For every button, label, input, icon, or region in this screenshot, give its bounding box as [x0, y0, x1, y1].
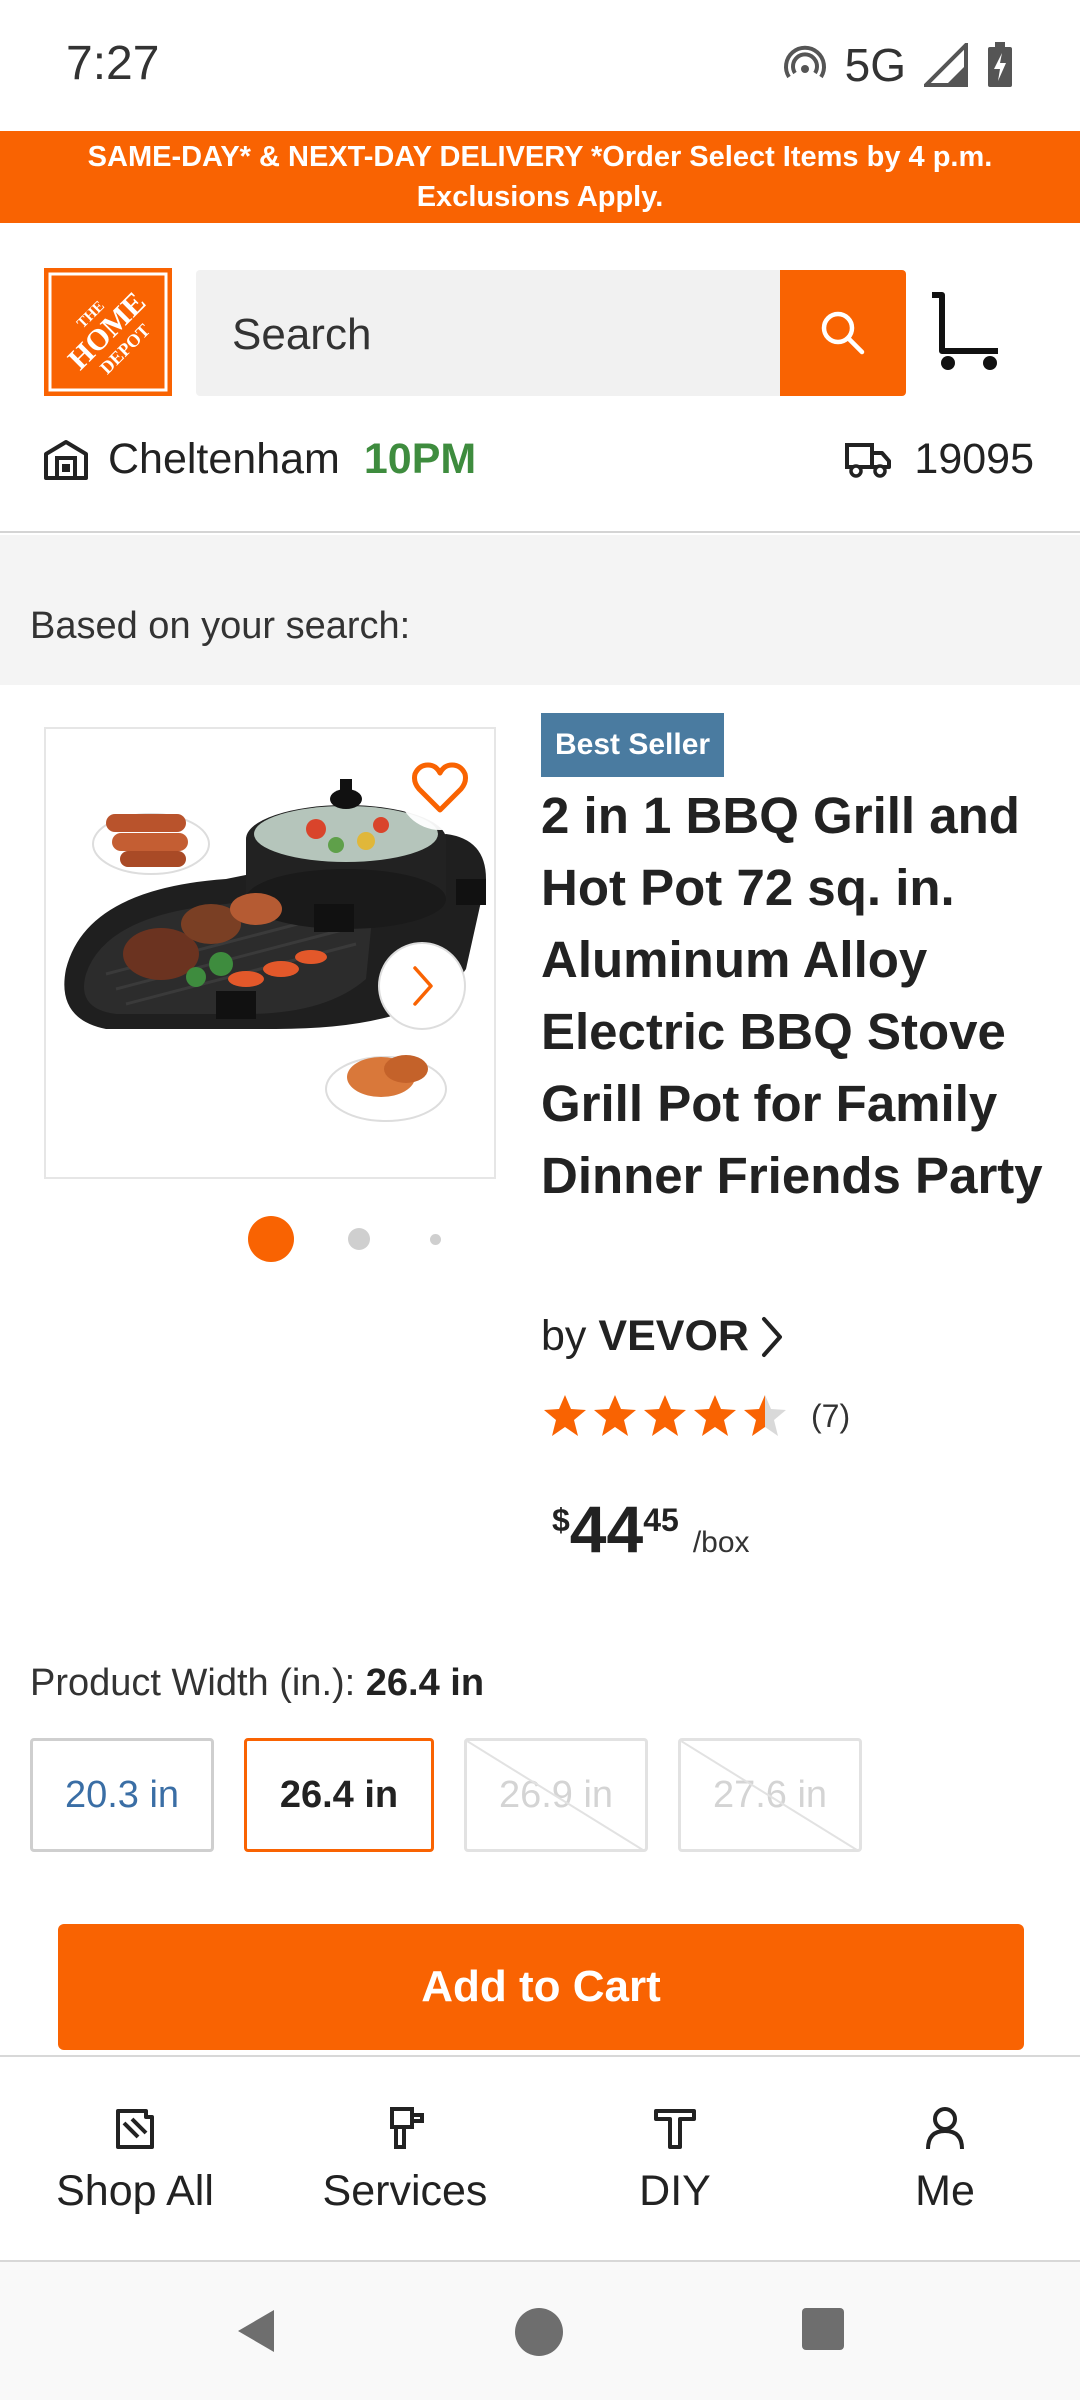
width-selector-label: Product Width (in.): 26.4 in	[30, 1662, 484, 1705]
width-options: 20.3 in 26.4 in 26.9 in 27.6 in	[30, 1738, 862, 1852]
price-currency: $	[552, 1502, 570, 1538]
chevron-right-icon	[413, 966, 433, 1006]
services-icon	[390, 2107, 424, 2149]
nav-me[interactable]: Me	[810, 2057, 1080, 2260]
cart-icon	[932, 292, 998, 370]
width-label-text: Product Width (in.):	[30, 1662, 356, 1704]
price-unit: /box	[692, 1526, 750, 1559]
shop-all-icon	[116, 2109, 154, 2149]
heart-icon	[412, 762, 468, 813]
width-option-26-9[interactable]: 26.9 in	[464, 1738, 648, 1852]
width-selected-value: 26.4 in	[365, 1662, 485, 1704]
add-to-favorites-button[interactable]	[398, 746, 482, 830]
search-button[interactable]	[780, 270, 906, 396]
unavailable-strike	[467, 1741, 644, 1849]
nav-diy[interactable]: DIY	[540, 2057, 810, 2260]
signal-icon	[924, 43, 968, 87]
system-navigation-bar	[0, 2262, 1080, 2400]
carousel-dot[interactable]	[430, 1233, 441, 1245]
review-count: (7)	[811, 1397, 851, 1434]
status-time: 7:27	[66, 37, 160, 90]
width-option-26-4[interactable]: 26.4 in	[244, 1738, 434, 1852]
home-depot-logo[interactable]: THE HOME DEPOT	[44, 268, 172, 396]
store-hours: 10PM	[363, 435, 477, 483]
carousel-dot-active[interactable]	[248, 1216, 294, 1262]
network-type: 5G	[844, 39, 906, 91]
width-option-27-6[interactable]: 27.6 in	[678, 1738, 862, 1852]
store-name: Cheltenham	[108, 435, 340, 483]
battery-icon	[988, 42, 1012, 87]
width-option-20-3[interactable]: 20.3 in	[30, 1738, 214, 1852]
section-label: Based on your search:	[30, 605, 411, 647]
delivery-zip-selector[interactable]: 19095	[844, 435, 1034, 484]
carousel-dot[interactable]	[348, 1228, 370, 1250]
bottom-navigation: Shop All Services DIY Me	[0, 2055, 1080, 2262]
recents-icon[interactable]	[800, 2306, 846, 2352]
image-carousel-indicator[interactable]	[248, 1215, 441, 1263]
best-seller-badge: Best Seller	[541, 713, 725, 777]
back-icon[interactable]	[232, 2306, 282, 2356]
brand-prefix: by	[541, 1312, 587, 1360]
brand-name: VEVOR	[598, 1312, 749, 1360]
price-cents: 45	[643, 1502, 679, 1538]
me-icon	[926, 2107, 964, 2150]
brand-link[interactable]: by VEVOR	[541, 1312, 785, 1361]
product-title[interactable]: 2 in 1 BBQ Grill and Hot Pot 72 sq. in. …	[541, 780, 1071, 1212]
header: THE HOME DEPOT Search Cheltenham 10PM 19…	[0, 223, 1080, 533]
status-bar: 7:27 5G	[0, 0, 1080, 131]
home-icon[interactable]	[513, 2306, 565, 2358]
promo-line-2: Exclusions Apply.	[416, 181, 664, 213]
hotspot-icon	[783, 45, 826, 79]
cart-button[interactable]	[928, 291, 1006, 375]
product-rating[interactable]: (7)	[541, 1392, 850, 1440]
nav-services[interactable]: Services	[270, 2057, 540, 2260]
store-icon	[44, 439, 88, 480]
price-dollars: 44	[569, 1492, 644, 1566]
search-icon	[821, 311, 865, 355]
promo-line-1: SAME-DAY* & NEXT-DAY DELIVERY *Order Sel…	[87, 141, 993, 173]
zip-code: 19095	[914, 435, 1034, 483]
next-image-button[interactable]	[378, 942, 466, 1030]
add-to-cart-button[interactable]: Add to Cart	[58, 1924, 1024, 2050]
product-price: $ 44 45 /box	[552, 1496, 750, 1562]
star-rating-icon	[544, 1395, 786, 1436]
search-placeholder: Search	[232, 310, 372, 359]
delivery-truck-icon	[845, 442, 892, 478]
status-icons: 5G	[783, 38, 1014, 92]
unavailable-strike	[681, 1741, 858, 1849]
diy-icon	[654, 2109, 696, 2149]
delivery-promo-banner[interactable]: SAME-DAY* & NEXT-DAY DELIVERY *Order Sel…	[0, 131, 1080, 223]
chevron-right-icon	[761, 1316, 782, 1357]
nav-shop-all[interactable]: Shop All	[0, 2057, 270, 2260]
search-input[interactable]: Search	[196, 270, 780, 396]
store-selector[interactable]: Cheltenham 10PM	[42, 435, 476, 484]
